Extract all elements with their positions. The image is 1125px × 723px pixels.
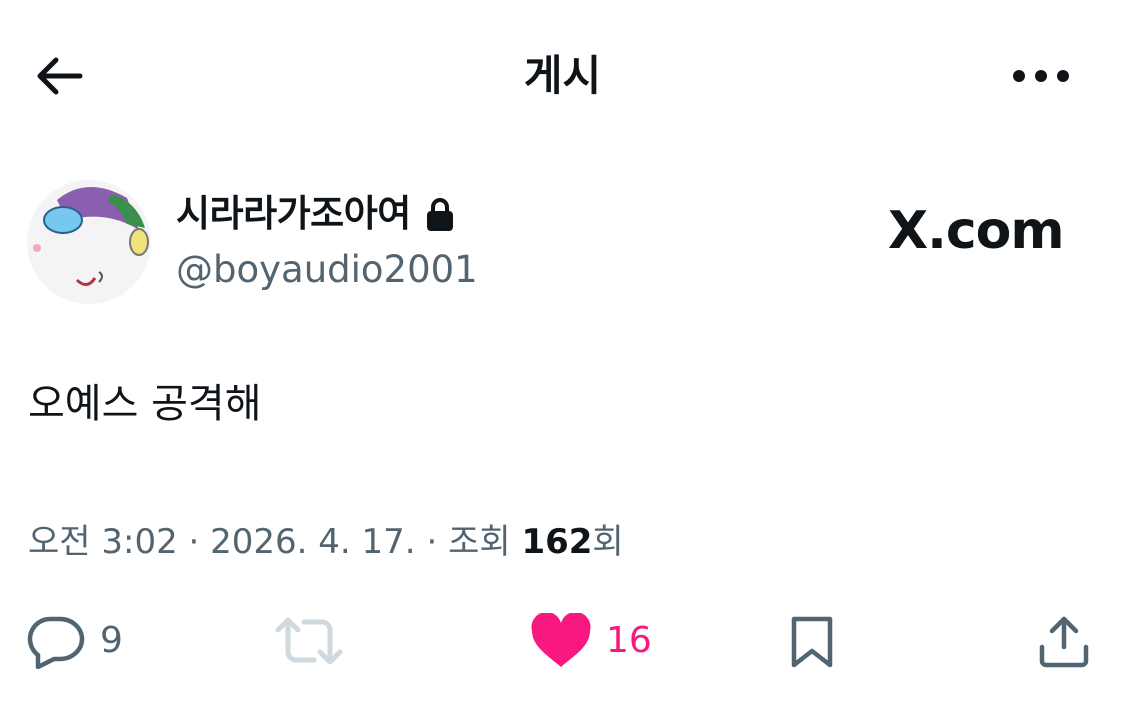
watermark-text: X.com (888, 201, 1065, 261)
avatar-image (27, 180, 151, 304)
meta-separator-2: · (426, 522, 438, 562)
heart-icon (531, 613, 591, 667)
more-horizontal-icon (1013, 70, 1069, 82)
display-name: 시라라가조아여 (176, 192, 411, 235)
reply-button[interactable]: 9 (26, 606, 123, 676)
views-count: 162 (521, 522, 593, 562)
user-handle[interactable]: @boyaudio2001 (176, 244, 478, 296)
views-suffix: 회 (592, 522, 624, 562)
retweet-icon (275, 617, 343, 665)
tweet-time[interactable]: 오전 3:02 (28, 522, 178, 562)
reply-icon (27, 616, 85, 669)
avatar[interactable] (27, 180, 151, 304)
retweet-button[interactable] (274, 606, 358, 676)
page-title: 게시 (523, 51, 602, 100)
meta-separator: · (188, 522, 200, 562)
tweet-date[interactable]: 2026. 4. 17. (210, 522, 415, 562)
lock-icon (426, 198, 453, 231)
like-count: 16 (606, 620, 652, 661)
tweet-meta: 오전 3:02 · 2026. 4. 17. · 조회 162회 (28, 516, 624, 568)
share-icon (1039, 616, 1089, 668)
more-options-button[interactable] (1004, 48, 1078, 104)
author-name-row[interactable]: 시라라가조아여 (176, 188, 455, 240)
like-button[interactable]: 16 (530, 606, 652, 676)
tweet-text: 오예스 공격해 (28, 381, 262, 427)
views-prefix: 조회 (448, 522, 511, 562)
share-button[interactable] (1036, 606, 1092, 676)
bookmark-button[interactable] (786, 606, 838, 676)
x-watermark: X.com (888, 196, 1065, 266)
bookmark-icon (791, 616, 833, 668)
reply-count: 9 (100, 620, 123, 661)
